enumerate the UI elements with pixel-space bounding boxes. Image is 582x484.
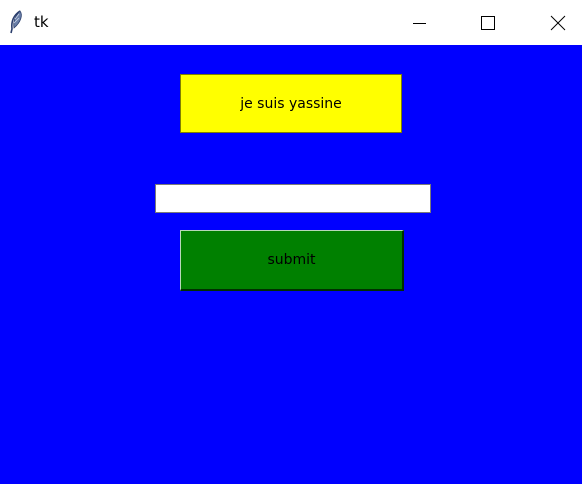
close-icon [550,15,566,30]
app-window: tk je suis yassine submit [0,0,582,484]
title-bar[interactable]: tk [0,0,582,45]
minimize-icon [413,22,426,24]
submit-button-label: submit [267,252,316,268]
client-area: je suis yassine submit [0,45,582,484]
feather-icon [10,10,22,34]
greeting-label-text: je suis yassine [240,95,342,112]
maximize-icon [481,15,495,30]
text-entry[interactable] [155,184,431,213]
close-button[interactable] [535,0,581,45]
greeting-label: je suis yassine [180,74,402,133]
maximize-button[interactable] [465,0,511,45]
submit-button[interactable]: submit [180,230,404,291]
minimize-button[interactable] [396,0,442,45]
window-title: tk [34,13,49,31]
